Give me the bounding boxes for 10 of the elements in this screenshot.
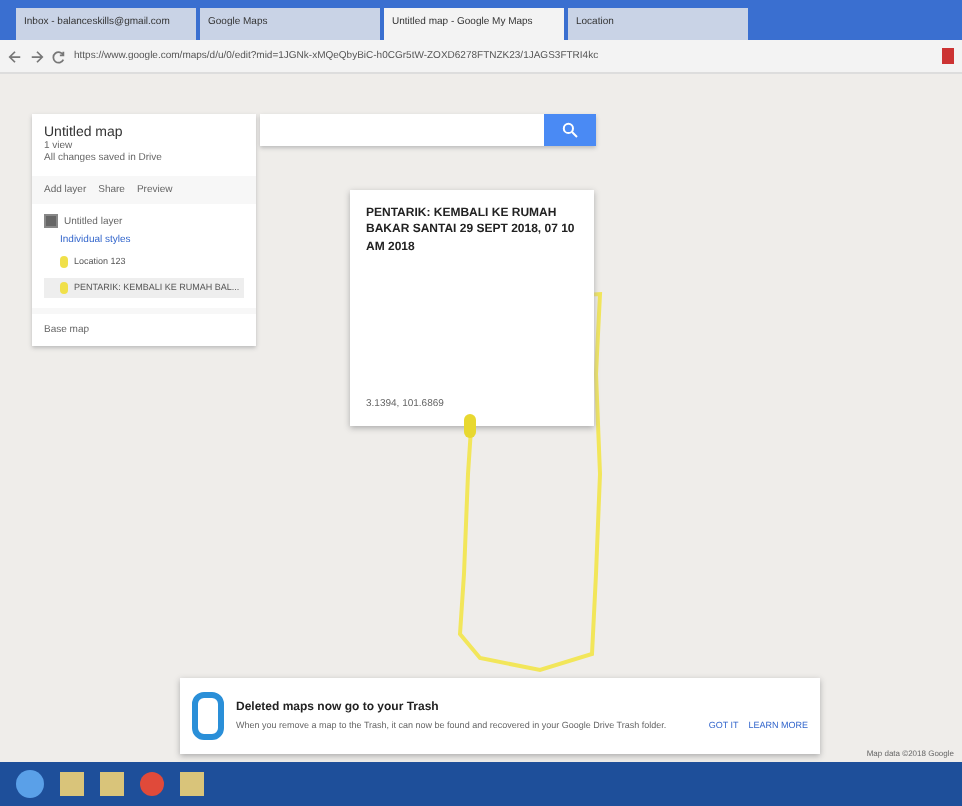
search-field[interactable] [260,114,596,146]
start-icon[interactable] [16,770,44,798]
forward-icon[interactable] [30,49,44,63]
trash-icon [192,692,224,740]
marker-icon[interactable] [464,414,476,438]
search-button[interactable] [544,114,596,146]
reload-icon[interactable] [52,49,66,63]
layer-checkbox[interactable] [44,214,58,228]
back-icon[interactable] [8,49,22,63]
search-icon [562,122,578,138]
